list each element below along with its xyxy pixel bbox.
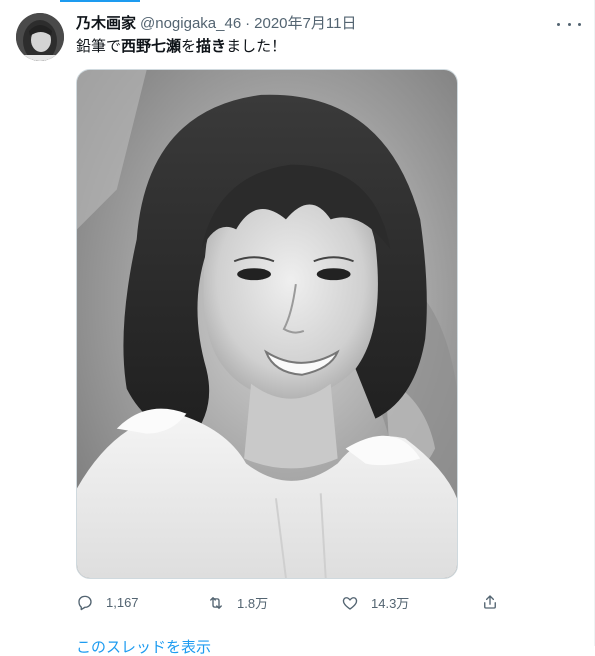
author-handle[interactable]: @nogigaka_46 xyxy=(140,14,241,34)
author-name[interactable]: 乃木画家 xyxy=(76,14,136,34)
tweet-text-prefix: 鉛筆で xyxy=(76,38,122,55)
tweet-text-bold2: 描き xyxy=(196,38,227,55)
more-icon[interactable] xyxy=(557,14,581,34)
retweet-button[interactable]: 1.8万 xyxy=(207,593,268,612)
show-thread-link[interactable]: このスレッドを表示 xyxy=(76,640,211,656)
avatar[interactable] xyxy=(16,13,64,61)
tweet-text-bold: 西野七瀬 xyxy=(121,38,182,55)
retweet-icon xyxy=(210,596,222,609)
avatar-image xyxy=(16,13,64,61)
retweet-count: 1.8万 xyxy=(237,596,269,611)
share-icon xyxy=(484,595,496,609)
tweet-text-mid: を xyxy=(181,38,197,55)
pencil-portrait-image xyxy=(77,70,457,578)
like-button[interactable]: 14.3万 xyxy=(341,593,409,612)
tweet-text-suffix: ました！ xyxy=(226,38,287,55)
like-count: 14.3万 xyxy=(371,596,410,611)
tab-indicator xyxy=(60,0,140,2)
more-dot xyxy=(578,22,581,26)
share-button[interactable] xyxy=(481,593,511,611)
reply-icon xyxy=(78,595,92,611)
tweet-header: 乃木画家 @nogigaka_46 · 2020年7月11日 xyxy=(76,14,356,34)
tweet-text: 鉛筆で西野七瀬を描きました！ xyxy=(76,37,286,57)
tweet-actions: 1,167 1.8万 14.3万 xyxy=(76,593,506,615)
more-dot xyxy=(567,22,571,26)
reply-count: 1,167 xyxy=(106,594,139,610)
reply-button[interactable]: 1,167 xyxy=(76,593,139,611)
separator-dot: · xyxy=(245,15,251,32)
heart-icon xyxy=(342,596,358,610)
tweet-image[interactable] xyxy=(76,69,458,579)
tweet-date[interactable]: 2020年7月11日 xyxy=(254,14,356,34)
more-dot xyxy=(557,22,560,26)
